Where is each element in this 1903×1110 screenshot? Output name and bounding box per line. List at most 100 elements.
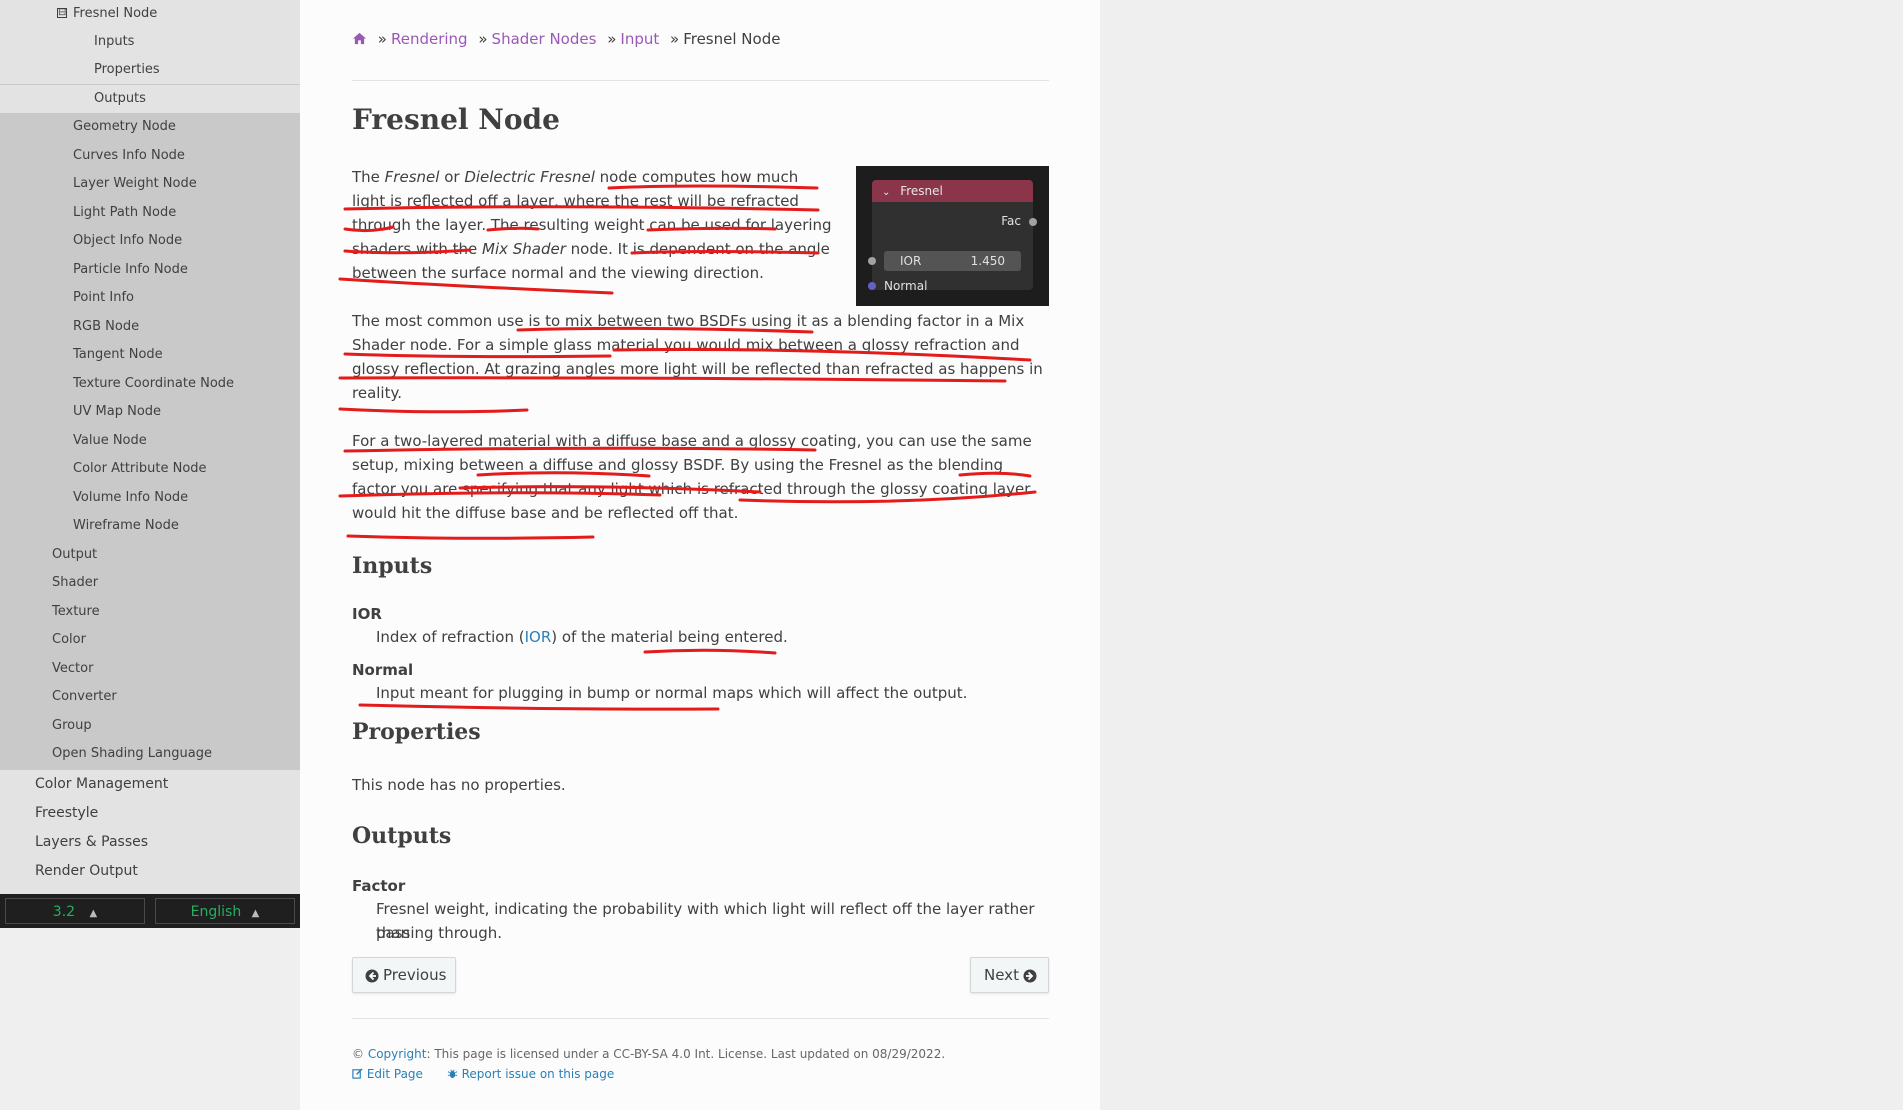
node-body: ⌄ Fresnel Fac IOR 1.450 Normal [868,180,1037,293]
sidebar-item-light-path-node[interactable]: Light Path Node [0,199,300,227]
footer-license: © Copyright: This page is licensed under… [352,1047,946,1061]
sidebar-item-layer-weight-node[interactable]: Layer Weight Node [0,170,300,198]
breadcrumb-shader-nodes[interactable]: Shader Nodes [492,30,597,48]
sidebar-item-render-output[interactable]: Render Output [0,857,300,886]
fresnel-node-image: ⌄ Fresnel Fac IOR 1.450 Normal [856,166,1049,306]
version-selector[interactable]: 3.2 ▲ [5,898,145,924]
sidebar-item-layers-passes[interactable]: Layers & Passes [0,828,300,857]
caret-up-icon: ▲ [89,908,98,919]
intro-paragraph-3: For a two-layered material with a diffus… [352,432,1032,522]
sidebar-item-label: Output [52,547,98,562]
breadcrumb-separator: » [377,30,387,48]
report-issue-link[interactable]: Report issue on this page [462,1067,615,1081]
edit-page-link[interactable]: Edit Page [367,1067,423,1081]
sidebar-item-label: Object Info Node [73,233,183,248]
previous-button[interactable]: Previous [352,957,456,993]
sidebar: ⊟ Fresnel Node Inputs Properties Outputs… [0,0,300,928]
sidebar-item-label: Color Management [35,776,169,792]
sidebar-item-point-info[interactable]: Point Info [0,284,300,312]
sidebar-item-volume-info-node[interactable]: Volume Info Node [0,484,300,512]
main-content: » Rendering » Shader Nodes » Input » Fresnel… [300,0,1100,1110]
sidebar-item-texture[interactable]: Texture [0,598,300,626]
page-title: Fresnel Node [352,103,560,136]
sidebar-item-label: Point Info [73,290,135,305]
breadcrumb-rendering[interactable]: Rendering [391,30,468,48]
sidebar-item-output[interactable]: Output [0,541,300,569]
sidebar-item-converter[interactable]: Converter [0,683,300,711]
sidebar-item-label: Layer Weight Node [73,176,197,191]
language-selector[interactable]: English ▲ [155,898,295,924]
sidebar-item-rgb-node[interactable]: RGB Node [0,313,300,341]
sidebar-item-texture-coordinate-node[interactable]: Texture Coordinate Node [0,370,300,398]
ior-field: IOR 1.450 [884,251,1021,271]
sidebar-item-particle-info-node[interactable]: Particle Info Node [0,256,300,284]
sidebar-item-label: Shader [52,575,99,590]
section-heading-inputs: Inputs [352,553,433,579]
divider [352,80,1049,81]
breadcrumb-separator: » [478,30,488,48]
sidebar-item-value-node[interactable]: Value Node [0,427,300,455]
previous-label: Previous [383,966,447,984]
breadcrumb-separator: » [670,30,680,48]
input-socket-icon [868,257,876,265]
ior-value: 1.450 [970,254,1005,268]
term-normal: Normal [352,661,414,679]
sidebar-item-label: Geometry Node [73,119,176,134]
sidebar-item-color[interactable]: Color [0,626,300,654]
sidebar-item-open-shading-language[interactable]: Open Shading Language [0,740,300,768]
sidebar-item-tangent-node[interactable]: Tangent Node [0,341,300,369]
sidebar-item-label: Color [52,632,86,647]
sidebar-item-wireframe-node[interactable]: Wireframe Node [0,512,300,540]
intro-paragraph-2: The most common use is to mix between tw… [352,312,1043,402]
home-icon[interactable] [352,32,367,45]
sidebar-item-group[interactable]: Group [0,712,300,740]
next-label: Next [984,966,1019,984]
sidebar-item-geometry-node[interactable]: Geometry Node [0,113,300,141]
sidebar-item-color-attribute-node[interactable]: Color Attribute Node [0,455,300,483]
sidebar-item-label: Group [52,718,92,733]
sidebar-item-freestyle[interactable]: Freestyle [0,799,300,828]
sidebar-item-curves-info-node[interactable]: Curves Info Node [0,142,300,170]
sidebar-item-label: Inputs [94,34,135,49]
sidebar-item-fresnel-node[interactable]: ⊟ Fresnel Node [0,0,300,28]
sidebar-item-inputs[interactable]: Inputs [0,28,300,56]
sidebar-item-outputs[interactable]: Outputs [0,85,300,113]
sidebar-spacer [0,886,300,894]
ior-label: IOR [900,254,922,268]
sidebar-item-label: UV Map Node [73,404,162,419]
next-button[interactable]: Next [970,957,1049,993]
sidebar-item-vector[interactable]: Vector [0,655,300,683]
sidebar-item-label: Layers & Passes [35,834,149,850]
sidebar-item-uv-map-node[interactable]: UV Map Node [0,398,300,426]
sidebar-item-label: Value Node [73,433,147,448]
sidebar-item-label: Particle Info Node [73,262,188,277]
sidebar-item-label: Texture [52,604,100,619]
collapse-icon[interactable]: ⊟ [57,8,67,18]
intro-paragraph-1: The Fresnel or Dielectric Fresnel node c… [352,168,832,282]
sidebar-item-label: Fresnel Node [73,6,158,21]
sidebar-item-label: Tangent Node [73,347,163,362]
arrow-circle-right-icon [1023,969,1037,983]
sidebar-item-label: Open Shading Language [52,746,212,761]
sidebar-item-color-management[interactable]: Color Management [0,770,300,799]
sidebar-item-label: Outputs [94,91,146,106]
desc-normal: Input meant for plugging in bump or norm… [376,684,968,702]
version-bar: 3.2 ▲ English ▲ [0,894,300,928]
ior-link[interactable]: IOR [525,628,552,646]
sidebar-item-object-info-node[interactable]: Object Info Node [0,227,300,255]
sidebar-item-shader[interactable]: Shader [0,569,300,597]
copyright-link[interactable]: Copyright [368,1047,427,1061]
sidebar-item-properties[interactable]: Properties [0,56,300,84]
breadcrumb-input[interactable]: Input [620,30,659,48]
sidebar-item-label: Vector [52,661,94,676]
sidebar-item-label: Converter [52,689,117,704]
version-label: 3.2 [52,904,76,920]
section-heading-outputs: Outputs [352,823,452,849]
edit-icon [352,1068,363,1079]
node-title: Fresnel [900,184,943,198]
sidebar-item-label: Properties [94,62,160,77]
sidebar-item-label: Color Attribute Node [73,461,207,476]
breadcrumb: » Rendering » Shader Nodes » Input » Fresnel… [352,30,780,48]
output-socket-icon [1029,218,1037,226]
sidebar-item-label: Curves Info Node [73,148,185,163]
